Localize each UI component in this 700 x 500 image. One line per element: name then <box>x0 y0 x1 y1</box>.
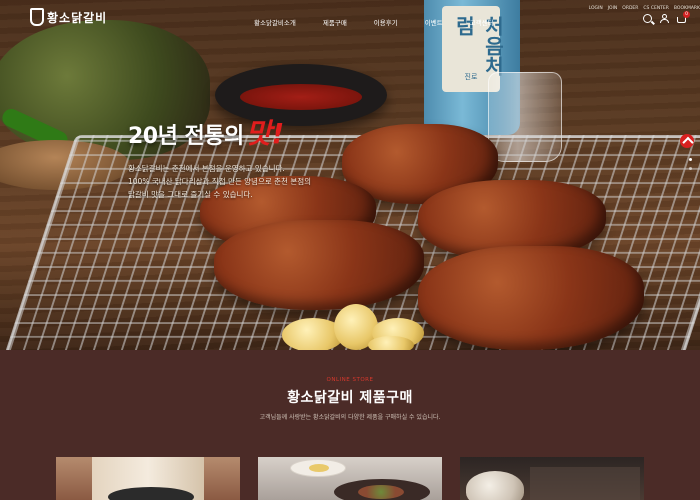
order-link[interactable]: ORDER <box>622 6 638 11</box>
nav-item-events[interactable]: 이벤트 <box>425 17 443 27</box>
section-eyebrow: ONLINE STORE <box>326 377 374 383</box>
product-image <box>466 471 524 500</box>
product-image-shade <box>530 467 640 500</box>
user-icon[interactable] <box>660 14 669 23</box>
product-image <box>290 459 346 477</box>
product-card[interactable] <box>56 457 240 500</box>
nav-item-shop[interactable]: 제품구매 <box>323 17 347 27</box>
slider-pagination <box>689 158 692 170</box>
cs-center-link[interactable]: CS CENTER <box>643 6 669 11</box>
slider-dot[interactable] <box>689 158 692 161</box>
hero-copy: 20년 전통의맛! 황소닭갈비는 춘천에서 본점을 운영하고 있습니다. 100… <box>128 112 311 201</box>
slider-dot[interactable] <box>689 167 692 170</box>
nav-item-about[interactable]: 황소닭갈비소개 <box>254 17 296 27</box>
product-card[interactable] <box>258 457 442 500</box>
hero-description: 황소닭갈비는 춘천에서 본점을 운영하고 있습니다. 100% 국내산 닭다리살… <box>128 162 311 201</box>
hero-heading: 20년 전통의맛! <box>128 112 311 152</box>
hero-title-accent: 맛! <box>245 117 285 150</box>
hero-title: 20년 전통의 <box>128 124 244 149</box>
nav-item-support[interactable]: 고객센터 <box>470 17 494 27</box>
hero-desc-line: 닭갈비 맛을 그대로 즐기실 수 있습니다. <box>128 190 253 199</box>
product-image-pan <box>108 487 194 500</box>
utility-links: LOGIN JOIN ORDER CS CENTER BOOKMARK <box>589 6 700 11</box>
scroll-top-button[interactable] <box>680 134 694 148</box>
header-icons <box>643 14 686 23</box>
logo-text: 황소닭갈비 <box>47 10 108 25</box>
grilled-chicken-image <box>418 246 644 350</box>
hero-desc-line: 황소닭갈비는 춘천에서 본점을 운영하고 있습니다. <box>128 164 285 173</box>
grilled-chicken-image <box>214 220 424 310</box>
site-logo[interactable]: 황소닭갈비 <box>30 8 107 26</box>
online-store-section: ONLINE STORE 황소닭갈비 제품구매 고객님들께 사랑받는 황소닭갈비… <box>0 350 700 500</box>
hero-desc-line: 100% 국내산 닭다리살과 직접 만든 양념으로 춘천 본점의 <box>128 177 312 186</box>
sauce-image <box>240 84 362 110</box>
nav-item-reviews[interactable]: 이용후기 <box>374 17 398 27</box>
join-link[interactable]: JOIN <box>608 6 618 11</box>
cart-count-badge: 0 <box>683 11 690 18</box>
chef-hat-icon <box>30 8 44 26</box>
section-title: 황소닭갈비 제품구매 <box>287 390 413 406</box>
hero-banner: 처음처럼 진로 20년 전통의맛! 황소닭갈비는 춘천에서 본점을 운영하고 있… <box>0 0 700 350</box>
product-card[interactable] <box>460 457 644 500</box>
login-link[interactable]: LOGIN <box>589 6 603 11</box>
product-image-plate <box>334 479 430 500</box>
section-description: 고객님들께 사랑받는 황소닭갈비의 다양한 제품을 구매하실 수 있습니다. <box>259 414 441 421</box>
search-icon[interactable] <box>643 14 652 23</box>
main-nav: 황소닭갈비소개 제품구매 이용후기 이벤트 고객센터 <box>254 17 521 27</box>
site-header: 황소닭갈비 황소닭갈비소개 제품구매 이용후기 이벤트 고객센터 LOGIN J… <box>0 0 700 40</box>
potato-image <box>368 336 414 350</box>
